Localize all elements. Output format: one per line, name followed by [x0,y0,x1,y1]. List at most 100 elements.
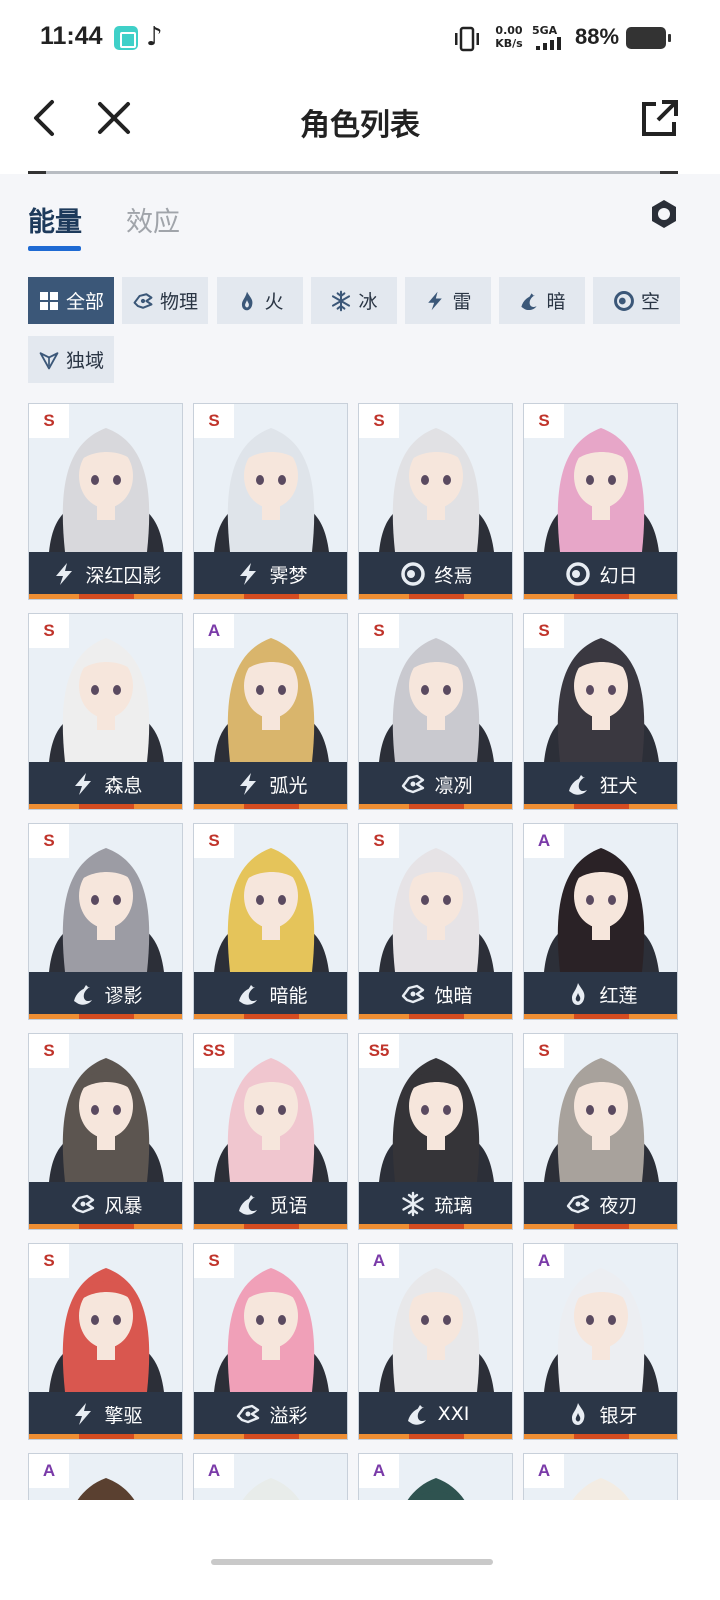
filter-grid[interactable]: 全部 [28,277,114,324]
character-card[interactable]: A [523,1453,678,1500]
filter-label: 全部 [65,291,104,313]
rank-badge: S [524,1034,564,1068]
filter-label: 暗 [546,291,566,313]
rarity-strip [29,1014,182,1019]
rarity-strip [194,804,347,809]
character-name: 狂犬 [599,774,638,797]
character-namebar: 擎驱 [29,1392,182,1436]
character-namebar: 凛冽 [359,762,512,806]
filter-fire[interactable]: 火 [217,277,303,324]
character-card[interactable]: S 夜刃 [523,1033,678,1230]
notification-app-icon [114,26,138,50]
rank-badge: S [194,1244,234,1278]
rank-badge: S [524,614,564,648]
filter-lightning[interactable]: 雷 [405,277,491,324]
rarity-strip [359,804,512,809]
physical-icon [565,1191,591,1217]
character-card[interactable]: A 红莲 [523,823,678,1020]
character-card[interactable]: A 银牙 [523,1243,678,1440]
character-namebar: 森息 [29,762,182,806]
filter-label: 物理 [159,291,198,313]
character-namebar: 谬影 [29,972,182,1016]
rarity-strip [524,594,677,599]
rank-badge: SS [194,1034,234,1068]
rarity-strip [194,594,347,599]
character-namebar: 狂犬 [524,762,677,806]
filter-label: 火 [264,291,284,313]
tab-effect[interactable]: 效应 [126,200,180,239]
character-namebar: 夜刃 [524,1182,677,1226]
character-name: 弧光 [269,774,308,797]
character-name: 觅语 [269,1194,308,1217]
character-namebar: 深红囚影 [29,552,182,596]
character-card[interactable]: SS 觅语 [193,1033,348,1230]
character-name: 深红囚影 [85,564,162,587]
signal-indicator: 5GA [532,24,572,52]
nav-bar: 角色列表 [0,76,720,168]
character-card[interactable]: S 深红囚影 [28,403,183,600]
lightning-icon [70,1401,96,1427]
character-card[interactable]: S 蚀暗 [358,823,513,1020]
fire-icon [236,290,258,312]
character-namebar: 风暴 [29,1182,182,1226]
lightning-icon [235,561,261,587]
rank-badge: A [359,1454,399,1488]
void-icon [613,290,635,312]
lightning-icon [235,771,261,797]
character-namebar: 琉璃 [359,1182,512,1226]
battery-icon [626,27,671,49]
rank-badge: A [524,824,564,858]
filter-dark[interactable]: 暗 [499,277,585,324]
character-card[interactable]: S5 琉璃 [358,1033,513,1230]
character-card[interactable]: A XXI [358,1243,513,1440]
rarity-strip [194,1014,347,1019]
character-card[interactable]: S 擎驱 [28,1243,183,1440]
rank-badge: S [29,614,69,648]
void-icon [565,561,591,587]
character-card[interactable]: S 暗能 [193,823,348,1020]
tab-energy[interactable]: 能量 [28,200,82,251]
rank-badge: S [359,824,399,858]
character-card[interactable]: S 森息 [28,613,183,810]
character-card[interactable]: A [193,1453,348,1500]
filter-ice[interactable]: 冰 [311,277,397,324]
signal-bars-icon [536,37,561,50]
character-namebar: 银牙 [524,1392,677,1436]
rarity-strip [359,1434,512,1439]
character-card[interactable]: S 狂犬 [523,613,678,810]
settings-icon[interactable] [648,198,680,230]
filter-label: 冰 [358,291,378,313]
character-card[interactable]: S 谬影 [28,823,183,1020]
home-indicator[interactable] [211,1559,493,1565]
share-icon[interactable] [638,96,682,140]
character-card[interactable]: S 幻日 [523,403,678,600]
rarity-strip [524,804,677,809]
dark-icon [404,1401,430,1427]
character-card[interactable]: S 霁梦 [193,403,348,600]
rank-badge: S [194,404,234,438]
filter-domain[interactable]: 独域 [28,336,114,383]
character-card[interactable]: S 风暴 [28,1033,183,1230]
character-card[interactable]: A [358,1453,513,1500]
tab-bar: 能量 效应 [28,196,680,256]
character-card[interactable]: S 终焉 [358,403,513,600]
rank-badge: S [29,1244,69,1278]
dark-icon [565,771,591,797]
character-namebar: 霁梦 [194,552,347,596]
status-time: 11:44 [40,22,103,50]
character-name: 银牙 [599,1404,638,1427]
character-card[interactable]: S 凛冽 [358,613,513,810]
filter-void[interactable]: 空 [593,277,680,324]
rank-badge: A [359,1244,399,1278]
character-card[interactable]: A [28,1453,183,1500]
filter-label: 雷 [452,291,472,313]
filter-physical[interactable]: 物理 [122,277,208,324]
rarity-strip [359,1014,512,1019]
character-card[interactable]: S 溢彩 [193,1243,348,1440]
filter-label: 独域 [65,350,104,372]
rank-badge: A [194,614,234,648]
character-card[interactable]: A 弧光 [193,613,348,810]
rank-badge: S [359,404,399,438]
rarity-strip [359,594,512,599]
character-namebar: 幻日 [524,552,677,596]
